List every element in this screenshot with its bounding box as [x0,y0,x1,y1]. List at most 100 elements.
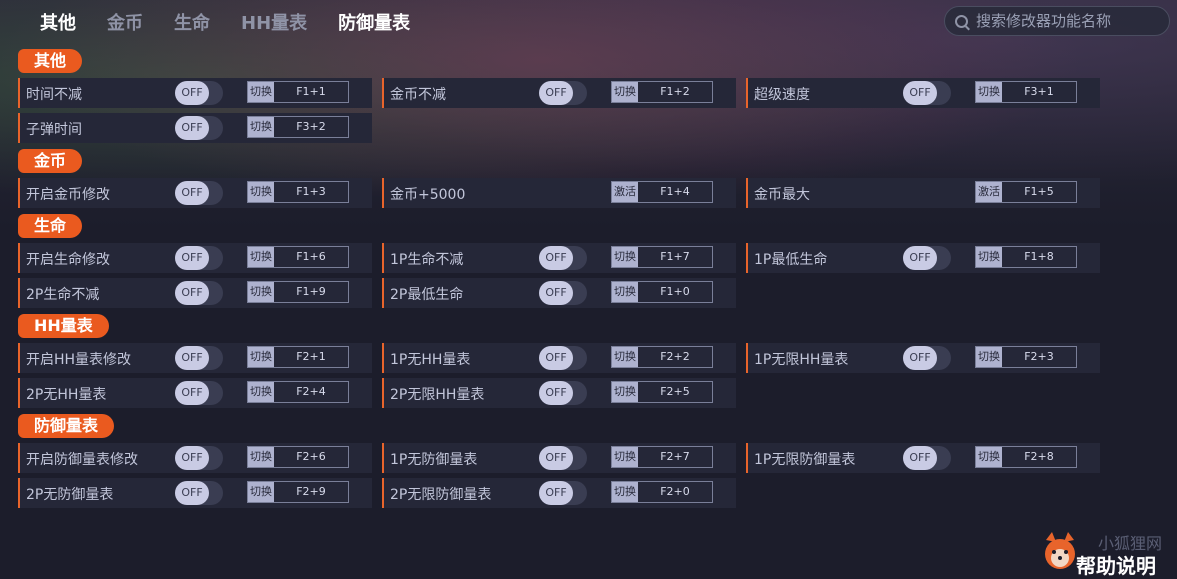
hotkey-mode: 切换 [248,82,274,102]
hotkey-mode: 切换 [248,117,274,137]
hotkey-mode: 切换 [248,482,274,502]
cheat-label: 金币不减 [390,87,446,103]
hotkey-field[interactable]: 切换 F1+1 [247,81,349,103]
hotkey-field[interactable]: 切换 F2+0 [611,481,713,503]
section-header-hh-gauge: HH量表 [18,314,109,338]
hotkey-mode: 切换 [612,447,638,467]
toggle-switch[interactable]: OFF [175,181,223,205]
tab-life[interactable]: 生命 [174,9,210,35]
toggle-state: OFF [539,81,573,105]
toggle-switch[interactable]: OFF [175,381,223,405]
cheat-label: 2P无限HH量表 [390,387,485,403]
toggle-switch[interactable]: OFF [903,346,951,370]
hotkey-field[interactable]: 切换 F1+3 [247,181,349,203]
hotkey-field[interactable]: 切换 F2+4 [247,381,349,403]
hotkey-mode: 切换 [248,282,274,302]
cheat-label: 子弹时间 [26,122,82,138]
cheat-label: 1P无限防御量表 [754,452,856,468]
toggle-switch[interactable]: OFF [539,481,587,505]
hotkey-mode: 切换 [612,282,638,302]
hotkey-field[interactable]: 激活 F1+4 [611,181,713,203]
search-input[interactable] [974,11,1168,31]
cheat-label: 时间不减 [26,87,82,103]
hotkey-field[interactable]: 切换 F1+6 [247,246,349,268]
toggle-state: OFF [175,116,209,140]
toggle-state: OFF [539,381,573,405]
hotkey-field[interactable]: 切换 F2+6 [247,446,349,468]
hotkey-mode: 激活 [612,182,638,202]
cheat-row: 2P生命不减 OFF 切换 F1+9 [18,278,372,308]
cheat-row: 2P无限HH量表 OFF 切换 F2+5 [382,378,736,408]
hotkey-key: F2+7 [660,450,690,463]
toggle-state: OFF [175,281,209,305]
toggle-switch[interactable]: OFF [903,446,951,470]
toggle-switch[interactable]: OFF [539,246,587,270]
cheat-row: 2P无限防御量表 OFF 切换 F2+0 [382,478,736,508]
cheat-label: 金币+5000 [390,187,466,203]
toggle-switch[interactable]: OFF [539,281,587,305]
cheat-row: 2P无防御量表 OFF 切换 F2+9 [18,478,372,508]
hotkey-mode: 切换 [248,382,274,402]
toggle-state: OFF [539,246,573,270]
toggle-switch[interactable]: OFF [539,346,587,370]
toggle-switch[interactable]: OFF [539,381,587,405]
hotkey-key: F2+2 [660,350,690,363]
cheat-label: 2P生命不减 [26,287,100,303]
hotkey-key: F1+6 [296,250,326,263]
cheat-row: 2P最低生命 OFF 切换 F1+0 [382,278,736,308]
hotkey-field[interactable]: 切换 F3+2 [247,116,349,138]
cheat-label: 开启HH量表修改 [26,352,132,368]
hotkey-field[interactable]: 激活 F1+5 [975,181,1077,203]
hotkey-field[interactable]: 切换 F2+5 [611,381,713,403]
toggle-state: OFF [539,446,573,470]
hotkey-field[interactable]: 切换 F2+8 [975,446,1077,468]
tab-hh-gauge[interactable]: HH量表 [241,9,307,35]
hotkey-field[interactable]: 切换 F1+8 [975,246,1077,268]
hotkey-key: F3+1 [1024,85,1054,98]
tab-other[interactable]: 其他 [40,9,76,35]
toggle-switch[interactable]: OFF [175,116,223,140]
hotkey-field[interactable]: 切换 F2+3 [975,346,1077,368]
toggle-switch[interactable]: OFF [175,346,223,370]
toggle-switch[interactable]: OFF [175,246,223,270]
hotkey-field[interactable]: 切换 F2+1 [247,346,349,368]
hotkey-field[interactable]: 切换 F2+2 [611,346,713,368]
toggle-state: OFF [175,181,209,205]
toggle-state: OFF [903,346,937,370]
hotkey-field[interactable]: 切换 F2+9 [247,481,349,503]
search-box[interactable] [944,6,1170,36]
hotkey-mode: 切换 [612,382,638,402]
toggle-switch[interactable]: OFF [539,446,587,470]
toggle-switch[interactable]: OFF [175,81,223,105]
help-button[interactable]: 帮助说明 [1076,550,1156,579]
cheat-label: 开启防御量表修改 [26,452,138,468]
hotkey-field[interactable]: 切换 F2+7 [611,446,713,468]
hotkey-key: F2+6 [296,450,326,463]
toggle-switch[interactable]: OFF [175,446,223,470]
toggle-switch[interactable]: OFF [175,281,223,305]
hotkey-key: F1+8 [1024,250,1054,263]
tab-gold[interactable]: 金币 [107,9,143,35]
toggle-state: OFF [539,481,573,505]
hotkey-field[interactable]: 切换 F1+9 [247,281,349,303]
cheat-row: 开启HH量表修改 OFF 切换 F2+1 [18,343,372,373]
hotkey-field[interactable]: 切换 F1+2 [611,81,713,103]
hotkey-key: F2+3 [1024,350,1054,363]
hotkey-key: F1+7 [660,250,690,263]
hotkey-field[interactable]: 切换 F1+7 [611,246,713,268]
hotkey-mode: 切换 [248,347,274,367]
tab-defense-gauge[interactable]: 防御量表 [338,9,410,35]
toggle-switch[interactable]: OFF [903,81,951,105]
hotkey-field[interactable]: 切换 F1+0 [611,281,713,303]
toggle-switch[interactable]: OFF [903,246,951,270]
cheat-row: 金币+5000 激活 F1+4 [382,178,736,208]
hotkey-key: F1+9 [296,285,326,298]
cheat-row: 开启金币修改 OFF 切换 F1+3 [18,178,372,208]
footer-logo: 小狐狸网 帮助说明 [1040,530,1170,579]
cheat-row: 开启生命修改 OFF 切换 F1+6 [18,243,372,273]
toggle-switch[interactable]: OFF [175,481,223,505]
cheat-row: 1P无HH量表 OFF 切换 F2+2 [382,343,736,373]
toggle-switch[interactable]: OFF [539,81,587,105]
hotkey-field[interactable]: 切换 F3+1 [975,81,1077,103]
cheat-label: 金币最大 [754,187,810,203]
